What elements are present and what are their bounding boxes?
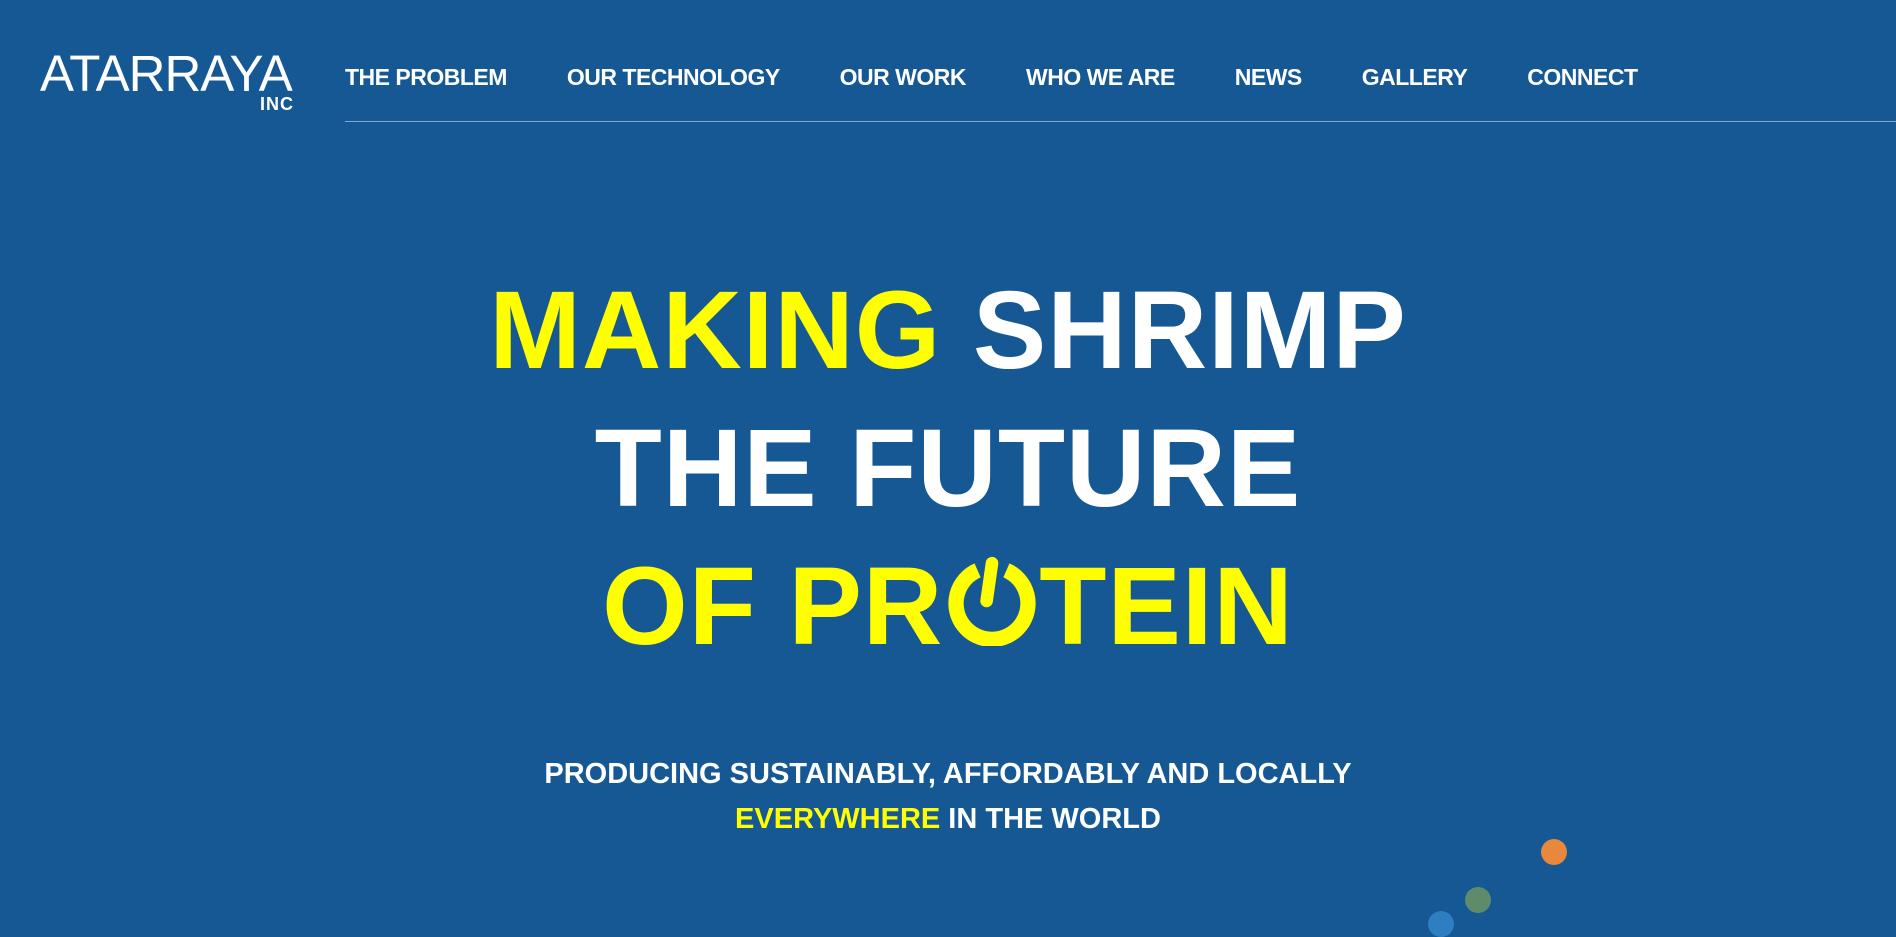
nav-item-our-work[interactable]: OUR WORK bbox=[840, 62, 967, 92]
logo-suffix: INC bbox=[260, 94, 294, 114]
nav-item-gallery[interactable]: GALLERY bbox=[1362, 62, 1468, 92]
hero-line-1: MAKING SHRIMP bbox=[0, 262, 1896, 400]
nav-item-our-technology[interactable]: OUR TECHNOLOGY bbox=[567, 62, 780, 92]
nav-item-connect[interactable]: CONNECT bbox=[1527, 62, 1638, 92]
power-icon bbox=[947, 556, 1037, 646]
subtitle-line-2: EVERYWHERE IN THE WORLD bbox=[0, 797, 1896, 842]
main-navigation: THE PROBLEM OUR TECHNOLOGY OUR WORK WHO … bbox=[345, 0, 1896, 122]
hero-subtitle: PRODUCING SUSTAINABLY, AFFORDABLY AND LO… bbox=[0, 752, 1896, 842]
hero-line-3: OF PR TEIN bbox=[0, 538, 1896, 676]
decorative-dot-green bbox=[1465, 887, 1491, 913]
logo-wordmark: ATARRAYA bbox=[40, 45, 293, 102]
nav-item-who-we-are[interactable]: WHO WE ARE bbox=[1026, 62, 1175, 92]
logo[interactable]: ATARRAYA INC bbox=[40, 48, 300, 120]
nav-item-news[interactable]: NEWS bbox=[1235, 62, 1303, 92]
nav-list: THE PROBLEM OUR TECHNOLOGY OUR WORK WHO … bbox=[345, 62, 1638, 92]
hero-text-tein: TEIN bbox=[1039, 545, 1294, 668]
nav-item-the-problem[interactable]: THE PROBLEM bbox=[345, 62, 507, 92]
decorative-dot-blue bbox=[1428, 911, 1454, 937]
decorative-dot-orange bbox=[1541, 839, 1567, 865]
subtitle-line-1: PRODUCING SUSTAINABLY, AFFORDABLY AND LO… bbox=[544, 758, 1352, 790]
hero-word-making: MAKING bbox=[489, 269, 942, 392]
subtitle-text-in-the-world: IN THE WORLD bbox=[948, 803, 1161, 835]
hero-word-shrimp: SHRIMP bbox=[972, 269, 1407, 392]
subtitle-word-everywhere: EVERYWHERE bbox=[735, 803, 941, 835]
hero-line-2: THE FUTURE bbox=[594, 407, 1302, 530]
hero-headline: MAKING SHRIMP THE FUTURE OF PR TEIN bbox=[0, 262, 1896, 676]
hero-text-of-pr: OF PR bbox=[602, 545, 944, 668]
